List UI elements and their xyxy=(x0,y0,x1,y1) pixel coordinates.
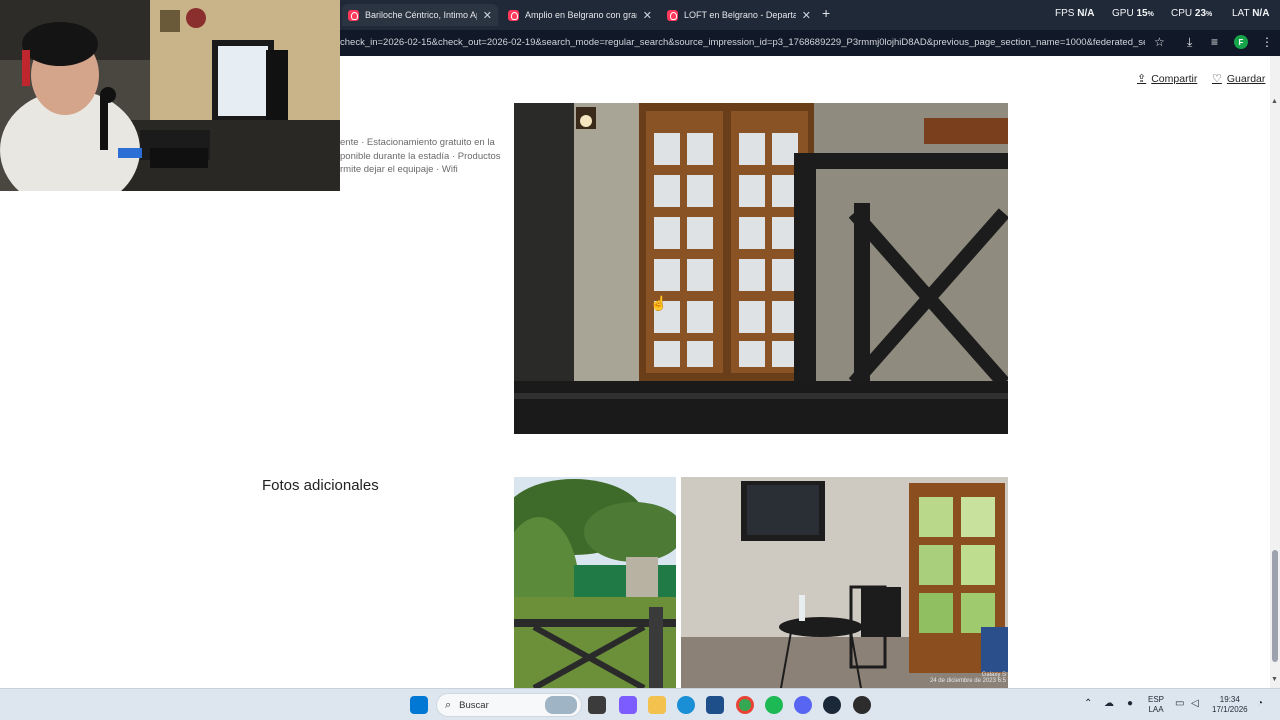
discord-icon[interactable] xyxy=(794,696,812,714)
lat-value: N/A xyxy=(1252,8,1270,19)
download-icon[interactable]: ⤓ xyxy=(1187,35,1192,50)
garden-image xyxy=(514,477,676,688)
tab-label: Amplio en Belgrano con gran b xyxy=(525,10,637,20)
profile-avatar[interactable]: F xyxy=(1234,35,1248,49)
save-button[interactable]: ♡ Guardar xyxy=(1212,72,1266,86)
close-icon[interactable]: ✕ xyxy=(483,9,492,22)
cpu-label: CPU xyxy=(1171,8,1193,19)
close-icon[interactable]: ✕ xyxy=(802,9,811,22)
url-field[interactable]: check_in=2026-02-15&check_out=2026-02-19… xyxy=(340,37,1145,48)
airbnb-icon xyxy=(667,9,678,21)
tab-loft-belgrano[interactable]: LOFT en Belgrano - Departame ✕ xyxy=(661,4,817,26)
photo-interior[interactable]: Galaxy S 24 de diciembre de 2023 6:5 xyxy=(681,477,1008,688)
screen: Bariloche Céntrico, Intimo Apar ✕ Amplio… xyxy=(0,0,1280,720)
cpu-value: 23 xyxy=(1194,8,1207,19)
copilot-icon[interactable] xyxy=(619,696,637,714)
windows-taskbar: ⌕ Buscar ⌃ ☁ ● ESP LAA ▭ ◁ 19:34 17/1/20… xyxy=(0,688,1280,720)
gpu-readout: GPU 15% xyxy=(1112,8,1154,19)
gpu-percent: % xyxy=(1147,11,1154,18)
share-button[interactable]: ⇪ Compartir xyxy=(1137,72,1198,86)
keyboard-layout: LAA xyxy=(1148,705,1164,714)
balcony-door-image xyxy=(514,103,1008,434)
media-control-icon[interactable]: ≡ xyxy=(1211,35,1218,49)
gpu-value: 15 xyxy=(1136,8,1148,19)
menu-icon[interactable]: ⋮ xyxy=(1261,35,1273,49)
lat-label: LAT xyxy=(1232,8,1250,19)
search-icon: ⌕ xyxy=(445,698,452,711)
hand-cursor-icon: ☝ xyxy=(650,295,668,311)
cpu-percent: % xyxy=(1206,11,1213,18)
webcam-overlay xyxy=(0,0,340,191)
network-icon[interactable]: ▭ xyxy=(1175,698,1184,709)
volume-icon[interactable]: ◁ xyxy=(1191,698,1199,709)
heart-icon: ♡ xyxy=(1212,73,1222,85)
lat-readout: LAT N/A xyxy=(1232,8,1269,19)
bookmark-star-icon[interactable]: ☆ xyxy=(1154,35,1165,49)
scroll-thumb[interactable] xyxy=(1272,550,1278,662)
fps-label: FPS xyxy=(1055,8,1075,19)
share-icon: ⇪ xyxy=(1137,73,1147,85)
photo-garden[interactable] xyxy=(514,477,676,688)
scroll-up-arrow-icon[interactable]: ▲ xyxy=(1271,98,1278,105)
tab-bariloche[interactable]: Bariloche Céntrico, Intimo Apar ✕ xyxy=(342,4,498,26)
clock-time: 19:34 xyxy=(1219,695,1240,704)
language-indicator[interactable]: ESP LAA xyxy=(1148,695,1164,715)
amenities-line: ente · Estacionamiento gratuito en la xyxy=(340,137,495,148)
clock-date: 17/1/2026 xyxy=(1212,705,1248,714)
language-code: ESP xyxy=(1148,695,1165,704)
search-highlight-icon xyxy=(545,696,577,714)
close-icon[interactable]: ✕ xyxy=(643,9,652,22)
tab-label: LOFT en Belgrano - Departame xyxy=(684,10,796,20)
photo-caption-line: 24 de diciembre de 2023 6:5 xyxy=(929,678,1006,684)
steam-icon[interactable] xyxy=(823,696,841,714)
taskbar-search-placeholder: Buscar xyxy=(459,699,489,711)
chevron-up-icon[interactable]: ⌃ xyxy=(1084,698,1092,709)
task-view-icon[interactable] xyxy=(588,696,606,714)
streamer-webcam-image xyxy=(0,0,340,191)
interior-image xyxy=(681,477,1008,688)
photo-timestamp: Galaxy S 24 de diciembre de 2023 6:5 xyxy=(930,672,1006,684)
airbnb-icon xyxy=(348,9,359,21)
amenities-line: rmite dejar el equipaje · Wifi xyxy=(340,164,458,175)
chrome-icon[interactable] xyxy=(736,696,754,714)
onedrive-icon[interactable]: ☁ xyxy=(1104,698,1114,709)
clock[interactable]: 19:34 17/1/2026 xyxy=(1212,695,1248,715)
save-label: Guardar xyxy=(1226,72,1266,85)
game-app-icon[interactable] xyxy=(853,696,871,714)
store-icon[interactable] xyxy=(706,696,724,714)
notification-icon[interactable]: ◔ xyxy=(1257,698,1263,709)
scroll-down-arrow-icon[interactable]: ▼ xyxy=(1271,676,1278,683)
windows-start-icon[interactable] xyxy=(410,696,428,714)
amenities-text: ente · Estacionamiento gratuito en la po… xyxy=(340,136,510,177)
photo-balcony-door[interactable] xyxy=(514,103,1008,434)
page-scrollbar[interactable]: ▲ ▼ xyxy=(1270,56,1280,688)
fps-readout: FPS N/A xyxy=(1055,8,1094,19)
airbnb-icon xyxy=(508,9,519,21)
new-tab-button[interactable]: + xyxy=(822,5,830,21)
microphone-icon[interactable]: ● xyxy=(1127,698,1133,709)
file-explorer-icon[interactable] xyxy=(648,696,666,714)
edge-icon[interactable] xyxy=(677,696,695,714)
share-label: Compartir xyxy=(1151,72,1198,85)
spotify-icon[interactable] xyxy=(765,696,783,714)
tab-label: Bariloche Céntrico, Intimo Apar xyxy=(365,10,477,20)
section-title-additional-photos: Fotos adicionales xyxy=(262,477,379,494)
fps-value: N/A xyxy=(1077,8,1095,19)
cpu-readout: CPU 23% xyxy=(1171,8,1212,19)
amenities-line: ponible durante la estadía · Productos xyxy=(340,150,501,162)
taskbar-search[interactable]: ⌕ Buscar xyxy=(436,693,582,717)
tab-amplio-belgrano[interactable]: Amplio en Belgrano con gran b ✕ xyxy=(502,4,658,26)
gpu-label: GPU xyxy=(1112,8,1134,19)
